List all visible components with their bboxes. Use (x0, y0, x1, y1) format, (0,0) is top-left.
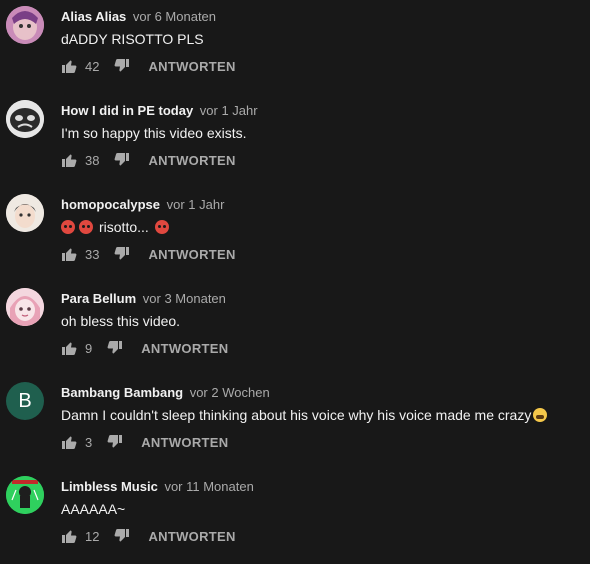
comment-time[interactable]: vor 1 Jahr (167, 197, 225, 212)
comment-text-content: Damn I couldn't sleep thinking about his… (61, 407, 532, 423)
angry-face-icon (154, 220, 169, 234)
comment-actions: 38 ANTWORTEN (61, 148, 236, 172)
comment-text: risotto... (61, 219, 173, 235)
author-name[interactable]: homopocalypse (61, 197, 160, 212)
comment-time[interactable]: vor 2 Wochen (190, 385, 270, 400)
dislike-icon[interactable] (107, 434, 123, 450)
comment-text: Damn I couldn't sleep thinking about his… (61, 407, 548, 423)
author-name[interactable]: How I did in PE today (61, 103, 193, 118)
avatar[interactable] (6, 476, 44, 514)
comment-time[interactable]: vor 6 Monaten (133, 9, 216, 24)
dislike-icon[interactable] (114, 528, 130, 544)
author-name[interactable]: Bambang Bambang (61, 385, 183, 400)
comment-text: oh bless this video. (61, 313, 181, 329)
like-count: 42 (85, 58, 100, 74)
reply-button[interactable]: ANTWORTEN (141, 341, 228, 356)
author-name[interactable]: Para Bellum (61, 291, 136, 306)
comment: Limbless Music vor 11 Monaten AAAAAA~ 12… (0, 470, 590, 564)
reply-button[interactable]: ANTWORTEN (148, 153, 235, 168)
comment-time[interactable]: vor 1 Jahr (200, 103, 258, 118)
comment-header: Para Bellum vor 3 Monaten (61, 291, 226, 306)
comment-actions: 12 ANTWORTEN (61, 524, 236, 548)
avatar[interactable] (6, 288, 44, 326)
comment-text: I'm so happy this video exists. (61, 125, 247, 141)
like-icon[interactable] (61, 58, 77, 74)
like-icon[interactable] (61, 528, 77, 544)
dislike-icon[interactable] (107, 340, 123, 356)
author-name[interactable]: Alias Alias (61, 9, 126, 24)
comments-list: Alias Alias vor 6 Monaten dADDY RISOTTO … (0, 0, 590, 545)
comment: homopocalypse vor 1 Jahr risotto... 33 A… (0, 188, 590, 282)
comment-text-content: risotto... (99, 219, 149, 235)
author-name[interactable]: Limbless Music (61, 479, 158, 494)
comment-text: AAAAAA~ (61, 501, 126, 517)
like-count: 3 (85, 434, 93, 450)
comment-header: How I did in PE today vor 1 Jahr (61, 103, 258, 118)
like-count: 9 (85, 340, 93, 356)
comment-actions: 9 ANTWORTEN (61, 336, 228, 360)
reply-button[interactable]: ANTWORTEN (148, 247, 235, 262)
comment-time[interactable]: vor 3 Monaten (143, 291, 226, 306)
like-icon[interactable] (61, 246, 77, 262)
avatar[interactable] (6, 194, 44, 232)
reply-button[interactable]: ANTWORTEN (148, 529, 235, 544)
like-count: 12 (85, 528, 100, 544)
comment-actions: 33 ANTWORTEN (61, 242, 236, 266)
reply-button[interactable]: ANTWORTEN (141, 435, 228, 450)
comment-header: Limbless Music vor 11 Monaten (61, 479, 254, 494)
comment-header: Bambang Bambang vor 2 Wochen (61, 385, 270, 400)
dislike-icon[interactable] (114, 58, 130, 74)
comment: How I did in PE today vor 1 Jahr I'm so … (0, 94, 590, 188)
comment-actions: 42 ANTWORTEN (61, 54, 236, 78)
like-icon[interactable] (61, 340, 77, 356)
comment: Para Bellum vor 3 Monaten oh bless this … (0, 282, 590, 376)
angry-face-icon (79, 220, 93, 234)
like-count: 38 (85, 152, 100, 168)
avatar[interactable]: B (6, 382, 44, 420)
like-count: 33 (85, 246, 100, 262)
like-icon[interactable] (61, 152, 77, 168)
comment-text: dADDY RISOTTO PLS (61, 31, 204, 47)
avatar[interactable] (6, 6, 44, 44)
comment-header: homopocalypse vor 1 Jahr (61, 197, 224, 212)
comment-actions: 3 ANTWORTEN (61, 430, 228, 454)
comment: B Bambang Bambang vor 2 Wochen Damn I co… (0, 376, 590, 470)
angry-face-icon (61, 220, 75, 234)
avatar[interactable] (6, 100, 44, 138)
comment: Alias Alias vor 6 Monaten dADDY RISOTTO … (0, 0, 590, 94)
distressed-face-icon (533, 408, 548, 422)
reply-button[interactable]: ANTWORTEN (148, 59, 235, 74)
dislike-icon[interactable] (114, 246, 130, 262)
comment-time[interactable]: vor 11 Monaten (164, 479, 253, 494)
dislike-icon[interactable] (114, 152, 130, 168)
like-icon[interactable] (61, 434, 77, 450)
comment-header: Alias Alias vor 6 Monaten (61, 9, 216, 24)
